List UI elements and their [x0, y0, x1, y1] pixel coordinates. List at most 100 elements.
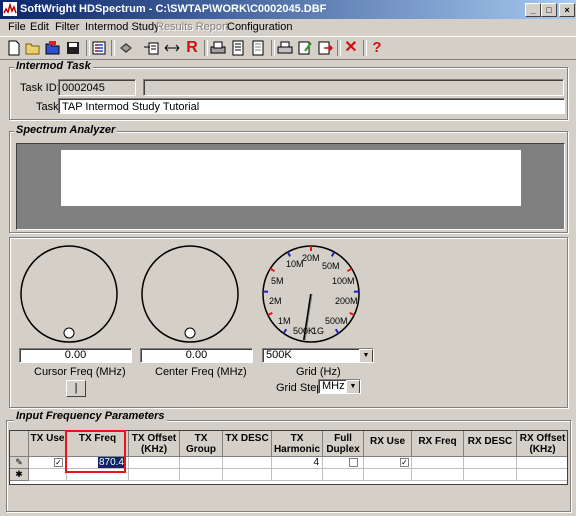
- col-tx-use[interactable]: TX Use: [29, 431, 67, 457]
- chevron-down-icon[interactable]: ▼: [359, 349, 373, 362]
- menu-bar: File Edit Filter Intermod Study Results …: [0, 19, 576, 36]
- table-cell[interactable]: [323, 457, 364, 469]
- table-cell[interactable]: [412, 457, 464, 469]
- col-tx-group[interactable]: TX Group: [180, 431, 223, 457]
- maximize-button[interactable]: □: [541, 3, 557, 17]
- task-id-field: 0002045: [58, 79, 136, 96]
- full-duplex-checkbox[interactable]: [349, 458, 358, 467]
- grid-dial[interactable]: 10M 20M 50M 100M 200M 500M 1G 500K 1M 2M…: [261, 244, 361, 344]
- rx-use-checkbox[interactable]: ✓: [400, 458, 409, 467]
- print-preview-icon[interactable]: [117, 39, 135, 57]
- table-cell[interactable]: [29, 469, 67, 481]
- resize-arrows-icon[interactable]: [163, 39, 181, 57]
- edit-doc-icon[interactable]: [296, 39, 314, 57]
- cursor-freq-knob[interactable]: [19, 244, 119, 344]
- center-freq-knob[interactable]: [140, 244, 240, 344]
- table-cell[interactable]: [364, 469, 412, 481]
- grid-select-value: 500K: [266, 349, 292, 361]
- cursor-marker-button[interactable]: |: [66, 380, 86, 397]
- table-cell[interactable]: ✓: [29, 457, 67, 469]
- table-cell[interactable]: [464, 469, 517, 481]
- close-button[interactable]: ×: [559, 3, 575, 17]
- grid-step-value: MHz: [322, 380, 345, 392]
- open-blue-icon[interactable]: [44, 39, 62, 57]
- report2-icon[interactable]: [249, 39, 267, 57]
- cursor-freq-field[interactable]: 0.00: [19, 348, 132, 363]
- printer-icon[interactable]: [276, 39, 294, 57]
- center-freq-label: Center Freq (MHz): [155, 366, 247, 378]
- table-cell[interactable]: [272, 469, 323, 481]
- table-cell[interactable]: [517, 469, 567, 481]
- table-cell[interactable]: ✓: [364, 457, 412, 469]
- table-cell[interactable]: [180, 457, 223, 469]
- task-id-label: Task ID:: [20, 82, 60, 94]
- table-cell[interactable]: [223, 469, 272, 481]
- grid-label: Grid (Hz): [296, 366, 341, 378]
- table-cell[interactable]: [517, 457, 567, 469]
- window-title: SoftWright HDSpectrum - C:\SWTAP\WORK\C0…: [20, 3, 327, 15]
- tx-use-checkbox[interactable]: ✓: [54, 458, 63, 467]
- grid-select[interactable]: 500K ▼: [262, 348, 374, 363]
- menu-configuration[interactable]: Configuration: [227, 21, 292, 33]
- dial-label-500k: 500K: [293, 326, 314, 336]
- dial-label-5m: 5M: [271, 276, 284, 286]
- col-rx-use[interactable]: RX Use: [364, 431, 412, 457]
- row-new-indicator[interactable]: ✱: [10, 469, 29, 481]
- new-file-icon[interactable]: [5, 39, 23, 57]
- col-rx-offset[interactable]: RX Offset (KHz): [517, 431, 567, 457]
- col-full-duplex[interactable]: Full Duplex: [323, 431, 364, 457]
- col-tx-desc[interactable]: TX DESC: [223, 431, 272, 457]
- dial-label-10m: 10M: [286, 259, 304, 269]
- dial-label-500m: 500M: [325, 316, 348, 326]
- r-icon[interactable]: R: [183, 39, 201, 57]
- report-icon[interactable]: [229, 39, 247, 57]
- help-icon[interactable]: ?: [368, 39, 386, 57]
- export-icon[interactable]: [316, 39, 334, 57]
- spectrum-display[interactable]: [16, 143, 565, 230]
- dial-label-2m: 2M: [269, 296, 282, 306]
- menu-filter[interactable]: Filter: [55, 21, 79, 33]
- chevron-down-icon[interactable]: ▼: [346, 380, 360, 393]
- grid-step-label: Grid Step: [276, 382, 323, 394]
- toolbar: R ✕ ?: [0, 36, 576, 60]
- col-tx-offset[interactable]: TX Offset (KHz): [129, 431, 180, 457]
- save-icon[interactable]: [64, 39, 82, 57]
- row-header-corner: [10, 431, 29, 457]
- open-folder-icon[interactable]: [24, 39, 42, 57]
- center-freq-field[interactable]: 0.00: [140, 348, 253, 363]
- table-cell[interactable]: [223, 457, 272, 469]
- printer-doc-icon[interactable]: [209, 39, 227, 57]
- dial-label-50m: 50M: [322, 261, 340, 271]
- col-rx-desc[interactable]: RX DESC: [464, 431, 517, 457]
- dial-label-20m: 20M: [302, 253, 320, 263]
- menu-results-report: Results Report: [156, 21, 229, 33]
- minimize-button[interactable]: _: [525, 3, 541, 17]
- table-cell[interactable]: [323, 469, 364, 481]
- task-name-input[interactable]: TAP Intermod Study Tutorial: [58, 98, 565, 114]
- import-icon[interactable]: [143, 39, 161, 57]
- grid-step-select[interactable]: MHz ▼: [318, 379, 361, 394]
- dial-label-100m: 100M: [332, 276, 355, 286]
- menu-intermod-study[interactable]: Intermod Study: [85, 21, 160, 33]
- input-params-title: Input Frequency Parameters: [14, 410, 167, 422]
- table-cell[interactable]: [180, 469, 223, 481]
- app-icon: [3, 2, 17, 16]
- list-icon[interactable]: [90, 39, 108, 57]
- dial-label-200m: 200M: [335, 296, 358, 306]
- dial-label-1m: 1M: [278, 316, 291, 326]
- delete-x-icon[interactable]: ✕: [342, 39, 360, 57]
- row-edit-indicator[interactable]: ✎: [10, 457, 29, 469]
- table-cell[interactable]: [129, 457, 180, 469]
- table-cell[interactable]: [412, 469, 464, 481]
- tx-freq-highlight-box: [65, 430, 126, 473]
- col-rx-freq[interactable]: RX Freq: [412, 431, 464, 457]
- table-cell[interactable]: [129, 469, 180, 481]
- tx-harmonic-value[interactable]: 4: [272, 457, 323, 469]
- spectrum-plot-area[interactable]: [61, 150, 521, 206]
- title-bar: SoftWright HDSpectrum - C:\SWTAP\WORK\C0…: [0, 0, 576, 19]
- menu-edit[interactable]: Edit: [30, 21, 49, 33]
- table-cell[interactable]: [464, 457, 517, 469]
- col-tx-harmonic[interactable]: TX Harmonic: [272, 431, 323, 457]
- task-id-extra-field: [143, 79, 564, 96]
- menu-file[interactable]: File: [8, 21, 26, 33]
